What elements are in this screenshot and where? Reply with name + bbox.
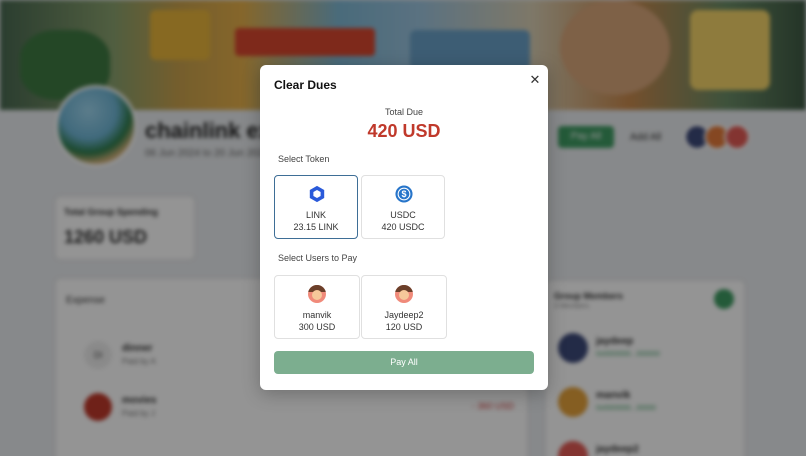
select-token-label: Select Token [278, 154, 330, 164]
total-due-label: Total Due [384, 107, 424, 117]
user-option-jaydeep2[interactable]: Jaydeep2 120 USD [361, 275, 447, 339]
clear-dues-modal: Clear Dues ✕ Total Due 420 USD Select To… [260, 65, 548, 390]
token-name: USDC [390, 210, 416, 220]
modal-title: Clear Dues [274, 78, 337, 92]
pay-all-button[interactable]: Pay All [274, 351, 534, 374]
token-balance: 23.15 LINK [293, 222, 339, 232]
token-option-usdc[interactable]: $ USDC 420 USDC [361, 175, 445, 239]
usdc-dollar-icon: $ [395, 185, 413, 203]
user-name: Jaydeep2 [384, 310, 424, 320]
select-users-label: Select Users to Pay [278, 253, 358, 263]
user-avatar-icon [308, 285, 326, 303]
token-name: LINK [305, 210, 326, 220]
user-amount: 120 USD [385, 322, 423, 332]
svg-text:$: $ [401, 189, 406, 199]
total-due-value: 420 USD [367, 121, 441, 141]
user-avatar-icon [395, 285, 413, 303]
chainlink-hexagon-icon [309, 185, 325, 203]
user-amount: 300 USD [298, 322, 336, 332]
token-option-link[interactable]: LINK 23.15 LINK [274, 175, 358, 239]
user-name: manvik [302, 310, 332, 320]
user-option-manvik[interactable]: manvik 300 USD [274, 275, 360, 339]
close-icon[interactable]: ✕ [528, 73, 542, 87]
token-balance: 420 USDC [381, 222, 425, 232]
